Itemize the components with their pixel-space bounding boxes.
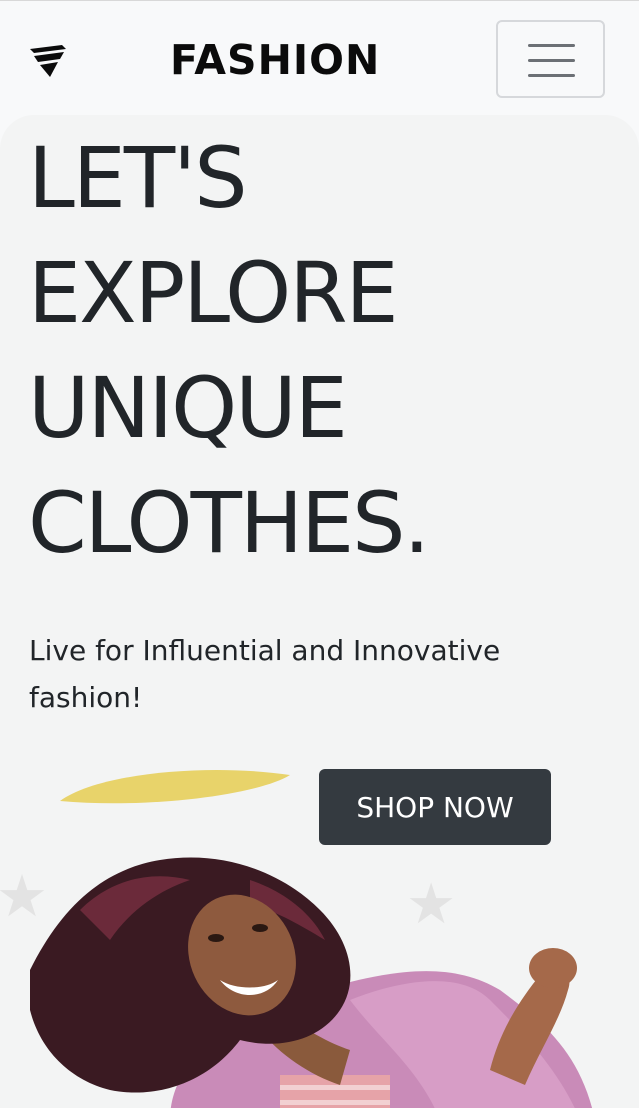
hamburger-menu-icon-bar xyxy=(528,59,575,62)
headline-line-4: CLOTHES. xyxy=(28,474,430,572)
brand-name[interactable]: FASHION xyxy=(170,31,380,89)
headline-line-2: EXPLORE xyxy=(28,244,399,342)
navbar: FASHION xyxy=(0,1,639,115)
hero-section: LET'S EXPLORE UNIQUE CLOTHES. Live for I… xyxy=(0,115,639,1108)
page: FASHION LET'S EXPLORE UNIQUE CLOTHES. Li… xyxy=(0,0,639,1108)
hamburger-menu-icon-bar xyxy=(528,74,575,77)
model-photo xyxy=(30,857,593,1108)
hero-tagline: Live for Influential and Innovative fash… xyxy=(29,634,501,714)
headline-line-3: UNIQUE xyxy=(28,359,348,457)
hero-headline: LET'S EXPLORE UNIQUE CLOTHES. xyxy=(28,121,628,581)
shield-logo-icon[interactable] xyxy=(28,43,68,79)
shop-now-button[interactable]: SHOP NOW xyxy=(319,769,551,845)
yellow-brush-stroke xyxy=(60,770,290,804)
hamburger-menu-icon xyxy=(528,44,575,47)
headline-line-1: LET'S xyxy=(28,129,248,227)
hamburger-menu-button[interactable] xyxy=(496,20,605,98)
